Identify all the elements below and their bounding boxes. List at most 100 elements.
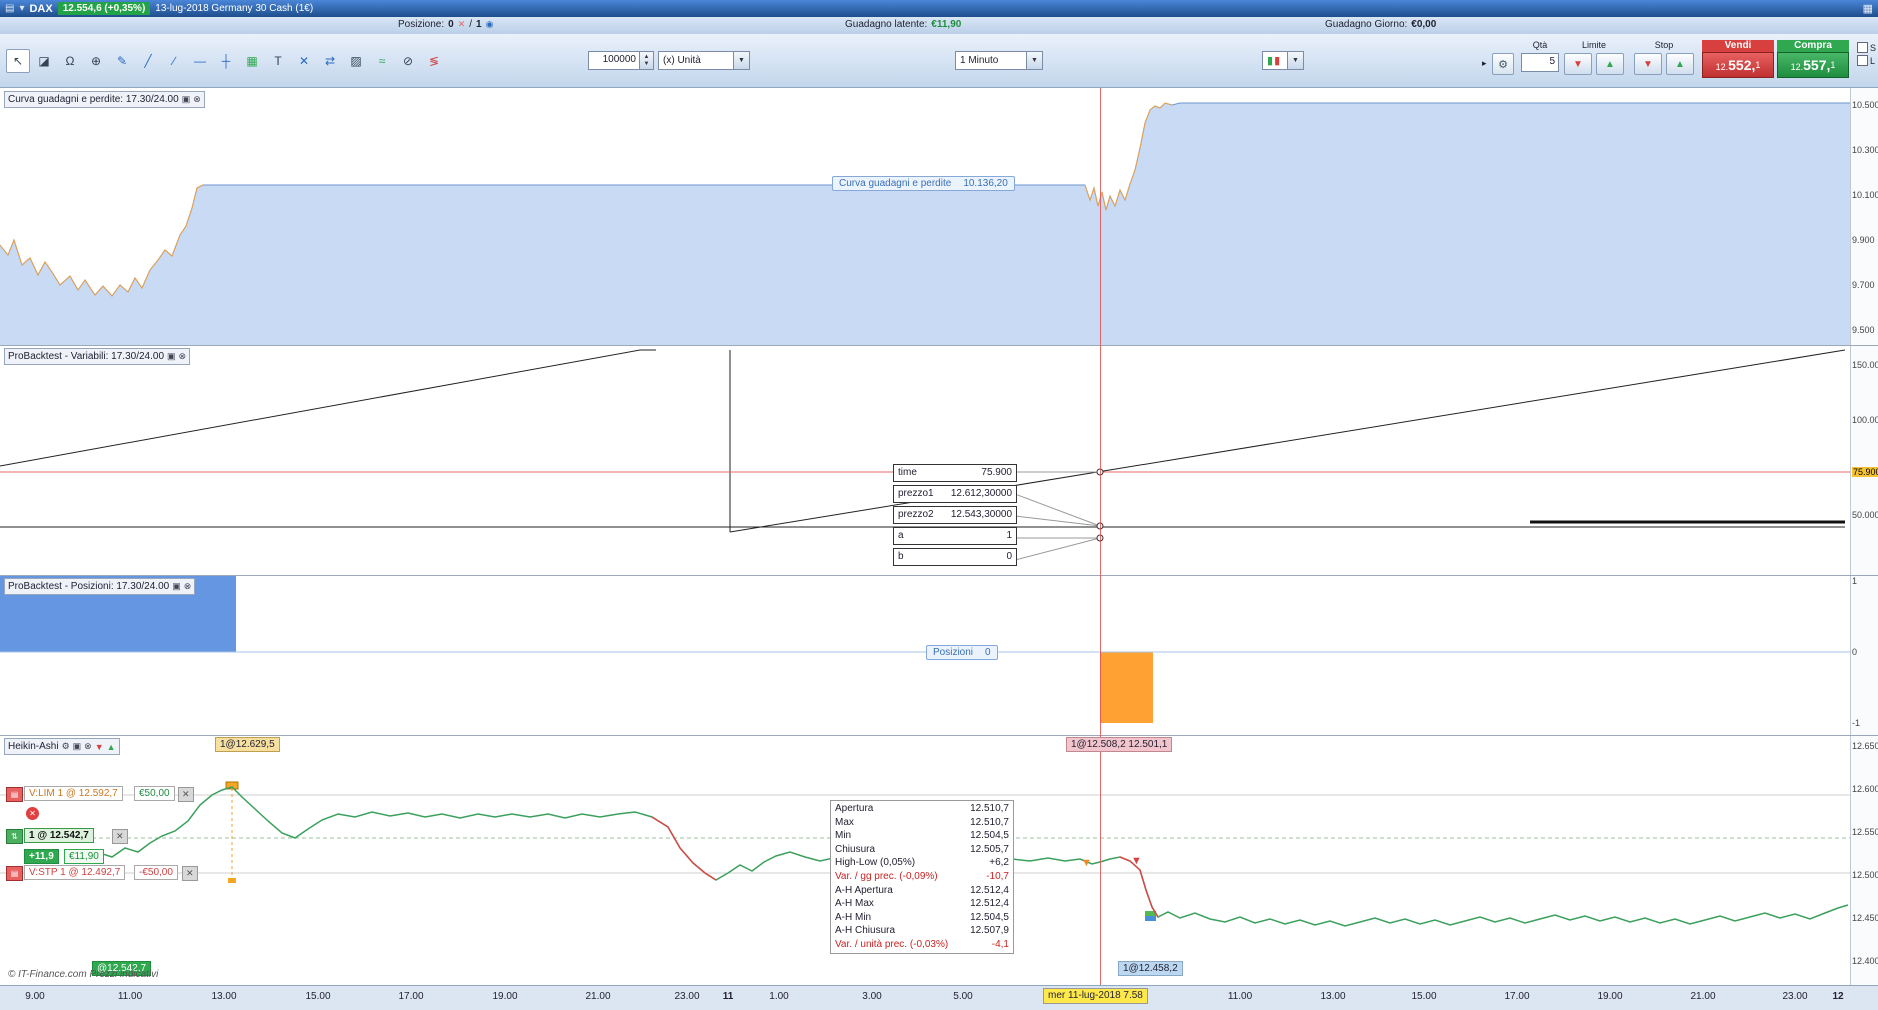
tool-vertical-line-icon[interactable]: ┼ — [214, 49, 238, 73]
position-summary: Posizione: 0 ✕ / 1 ◉ — [398, 19, 493, 30]
sell-limit-order-label[interactable]: V:LIM 1 @ 12.592,7 — [24, 786, 123, 801]
close-icon[interactable]: ⊗ — [179, 351, 187, 362]
buy-label: Compra — [1777, 40, 1849, 52]
sell-limit-button[interactable]: ▼ — [1564, 53, 1592, 75]
sell-limit-order-value: €50,00 — [134, 786, 175, 801]
view-orders-icon[interactable]: ◉ — [486, 19, 494, 30]
wrench-icon[interactable]: ⚙ — [62, 741, 70, 752]
tool-eraser-icon[interactable]: ◪ — [32, 49, 56, 73]
tool-trendline-icon[interactable]: ╱ — [136, 49, 160, 73]
equity-curve-label[interactable]: Curva guadagni e perdite 10.136,20 — [832, 176, 1015, 191]
price-scale[interactable]: 10.50010.30010.1009.9009.7009.500150.000… — [1850, 88, 1878, 985]
grid-icon[interactable]: ▦ — [1863, 2, 1873, 15]
timeframe-select[interactable]: 1 Minuto ▼ — [955, 51, 1043, 70]
order-badge-top-left[interactable]: 1@12.629,5 — [215, 737, 280, 752]
tool-zigzag-icon[interactable]: ≶ — [422, 49, 446, 73]
tool-alarm-icon[interactable]: Ω — [58, 49, 82, 73]
scale-value: 9.500 — [1852, 325, 1875, 335]
tool-text-icon[interactable]: T — [266, 49, 290, 73]
s-checkbox-label: S — [1869, 42, 1876, 53]
quantity-spinner[interactable]: ▲ ▼ — [639, 52, 653, 69]
panel-divider[interactable] — [0, 345, 1878, 346]
sell-label: Vendi — [1702, 40, 1774, 52]
buy-marker-icon[interactable]: ▲ — [107, 742, 116, 752]
sell-price-prefix: 12. — [1715, 61, 1729, 72]
chevron-down-icon[interactable]: ▼ — [733, 52, 749, 69]
tool-indicator-icon[interactable]: ▦ — [240, 49, 264, 73]
chevron-down-icon[interactable]: ▼ — [1026, 52, 1042, 69]
close-position-icon[interactable]: ✕ — [26, 807, 39, 820]
sell-stop-button[interactable]: ▼ — [1634, 53, 1662, 75]
buy-button[interactable]: 12. 557, 1 — [1777, 52, 1849, 78]
latent-gain: Guadagno latente: €11,90 — [845, 19, 961, 30]
time-axis-label: 11 — [722, 991, 734, 1002]
symbol-name[interactable]: DAX — [29, 3, 52, 15]
scale-value: 12.500 — [1852, 870, 1878, 880]
variables-panel-header[interactable]: ProBacktest - Variabili: 17.30/24.00 ▣ ⊗ — [4, 348, 191, 365]
order-settings-button[interactable]: ⚙ — [1492, 53, 1514, 75]
equity-panel-header[interactable]: Curva guadagni e perdite: 17.30/24.00 ▣ ⊗ — [4, 91, 205, 108]
close-icon[interactable]: ⊗ — [184, 581, 192, 592]
spinner-up-icon[interactable]: ▲ — [644, 54, 650, 61]
s-checkbox[interactable] — [1856, 42, 1868, 53]
chart-type-button[interactable]: ▮ ▮ ▼ — [1262, 51, 1304, 70]
close-position-button[interactable]: ✕ — [112, 829, 128, 844]
window-icon[interactable]: ▣ — [73, 741, 82, 752]
time-axis-label: 17.00 — [1504, 991, 1530, 1002]
window-icon[interactable]: ▣ — [172, 581, 181, 592]
variable-value: 1 — [1006, 530, 1012, 541]
sell-stop-order-label[interactable]: V:STP 1 @ 12.492,7 — [24, 865, 126, 880]
chevron-down-icon[interactable]: ▾ — [19, 3, 24, 14]
variable-row: time 75.900 — [893, 464, 1017, 482]
open-position-label[interactable]: 1 @ 12.542,7 — [24, 828, 94, 843]
spinner-down-icon[interactable]: ▼ — [644, 61, 650, 68]
heikin-panel-header[interactable]: Heikin-Ashi ⚙ ▣ ⊗ ▼ ▲ — [4, 738, 120, 755]
tool-segment-icon[interactable]: ∕ — [162, 49, 186, 73]
cancel-stop-button[interactable]: ✕ — [182, 866, 198, 881]
sell-button[interactable]: 12. 552, 1 — [1702, 52, 1774, 78]
sell-marker-icon[interactable]: ▼ — [95, 742, 104, 752]
chevron-right-icon[interactable]: ▸ — [1482, 58, 1487, 69]
buy-stop-button[interactable]: ▲ — [1666, 53, 1694, 75]
panel-divider[interactable] — [0, 575, 1878, 576]
tool-arrows-icon[interactable]: ⇄ — [318, 49, 342, 73]
chart-rect — [1145, 916, 1156, 921]
close-icon[interactable]: ⊗ — [84, 741, 92, 752]
cancel-limit-button[interactable]: ✕ — [178, 787, 194, 802]
tool-trash-icon[interactable]: ⊘ — [396, 49, 420, 73]
tool-cross-tool-icon[interactable]: ✕ — [292, 49, 316, 73]
open-position-icon[interactable]: ⇅ — [6, 829, 23, 844]
positions-panel-header[interactable]: ProBacktest - Posizioni: 17.30/24.00 ▣ ⊗ — [4, 578, 196, 595]
l-checkbox[interactable] — [1856, 55, 1868, 66]
tool-pencil-icon[interactable]: ✎ — [110, 49, 134, 73]
tool-pattern-icon[interactable]: ▨ — [344, 49, 368, 73]
latent-gain-label: Guadagno latente: — [845, 19, 928, 30]
order-badge-bottom[interactable]: 1@12.458,2 — [1118, 961, 1183, 976]
prorealtime-window: ▤ ▾ DAX 12.554,6 (+0,35%) 13-lug-2018 Ge… — [0, 0, 1878, 1010]
order-badge-top-right[interactable]: 1@12.508,2 12.501,1 — [1066, 737, 1173, 752]
close-icon[interactable]: ⊗ — [193, 94, 201, 105]
time-axis-label: 11.00 — [1227, 991, 1253, 1002]
window-icon[interactable]: ▣ — [167, 351, 176, 362]
positions-label[interactable]: Posizioni 0 — [926, 645, 998, 660]
instrument-icon[interactable]: ▤ — [5, 3, 14, 14]
tool-cursor-icon[interactable]: ↖ — [6, 49, 30, 73]
quantity-input[interactable]: 100000 ▲ ▼ — [588, 51, 654, 70]
chevron-down-icon[interactable]: ▼ — [1287, 52, 1303, 69]
time-axis-label: 9.00 — [25, 991, 45, 1002]
panel-divider[interactable] — [0, 735, 1878, 736]
close-position-icon[interactable]: ✕ — [458, 19, 466, 30]
buy-limit-button[interactable]: ▲ — [1596, 53, 1624, 75]
tool-horizontal-line-icon[interactable]: — — [188, 49, 212, 73]
tool-zoom-icon[interactable]: ⊕ — [84, 49, 108, 73]
order-qty-input[interactable]: 5 — [1521, 53, 1559, 72]
unit-select[interactable]: (x) Unità ▼ — [658, 51, 750, 70]
window-icon[interactable]: ▣ — [182, 94, 191, 105]
sell-stop-order-icon[interactable]: ▤ — [6, 866, 23, 881]
tooltip-value: 12.504,5 — [970, 830, 1009, 842]
scale-value: 12.600 — [1852, 784, 1878, 794]
tool-wave-icon[interactable]: ≈ — [370, 49, 394, 73]
quantity-value[interactable]: 100000 — [589, 52, 639, 69]
time-axis[interactable]: 9.00 11.00 13.00 15.00 17.00 19.00 21.00 23.00 1… — [0, 985, 1878, 1010]
sell-limit-order-icon[interactable]: ▤ — [6, 787, 23, 802]
